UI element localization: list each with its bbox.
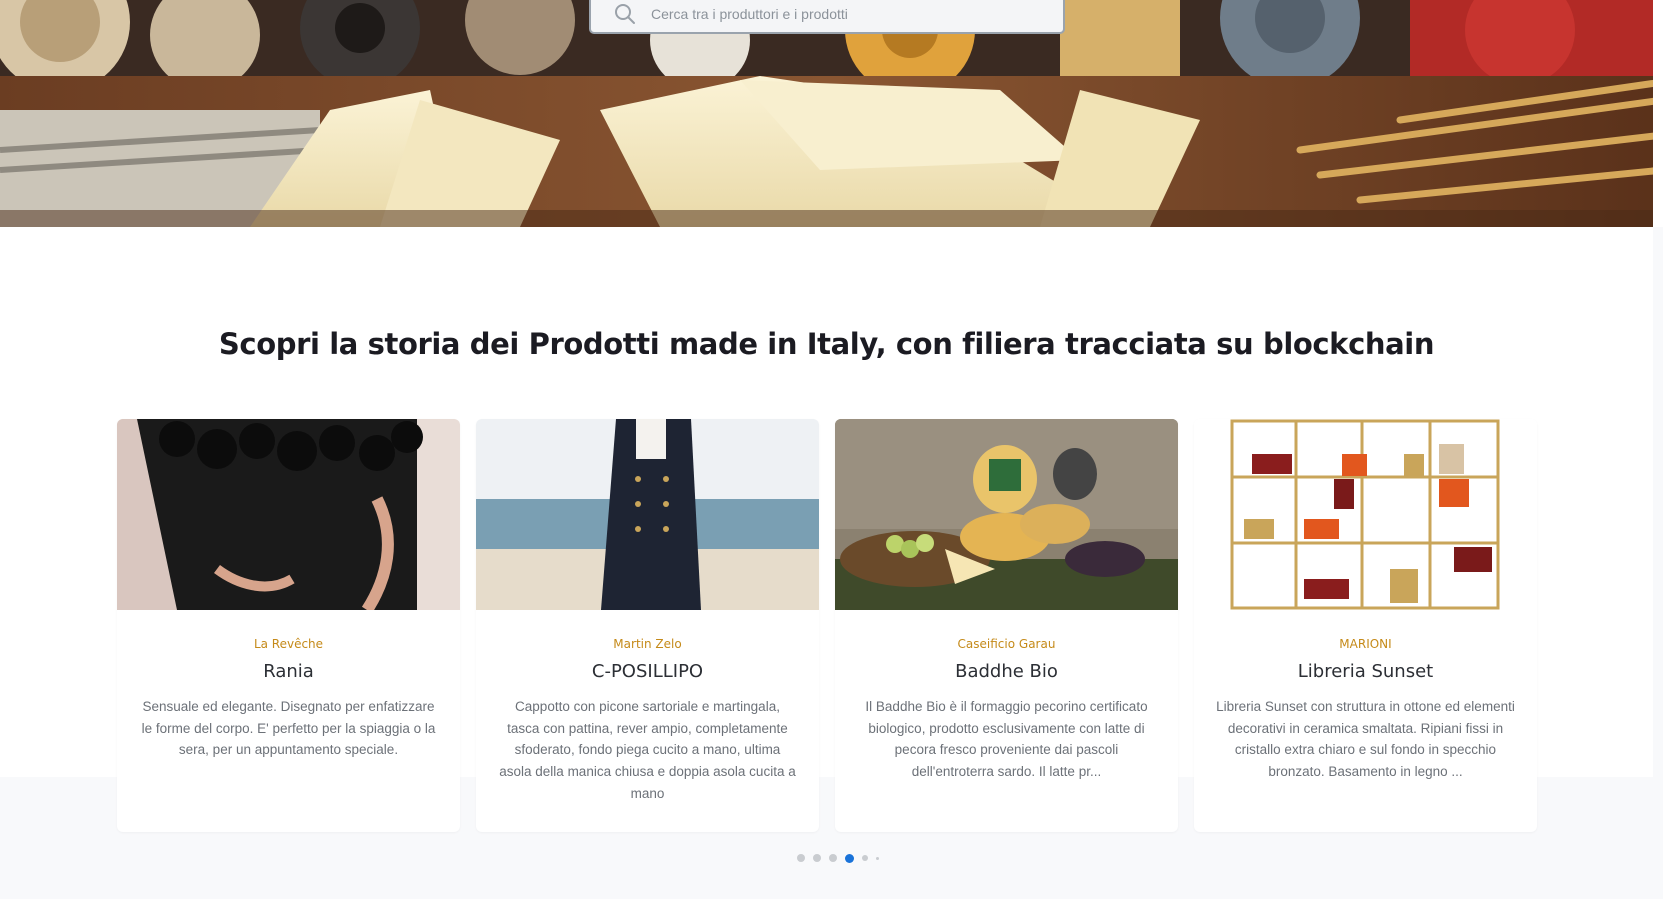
product-name[interactable]: Libreria Sunset: [1194, 661, 1537, 682]
product-image[interactable]: [476, 419, 819, 610]
product-card[interactable]: MARIONI Libreria Sunset Libreria Sunset …: [1194, 419, 1537, 832]
hero-edge: [1653, 0, 1663, 227]
product-card[interactable]: Martin Zelo C-POSILLIPO Cappotto con pic…: [476, 419, 819, 832]
carousel-dot[interactable]: [797, 854, 805, 862]
carousel-pagination: [797, 853, 887, 863]
product-card[interactable]: La Revêche Rania Sensuale ed elegante. D…: [117, 419, 460, 832]
section-title: Scopri la storia dei Prodotti made in It…: [218, 327, 1435, 361]
carousel-dot[interactable]: [862, 855, 868, 861]
search-input[interactable]: [645, 0, 1063, 29]
search-bar[interactable]: [589, 0, 1065, 34]
carousel-dot[interactable]: [829, 854, 837, 862]
product-description: Cappotto con picone sartoriale e marting…: [499, 699, 796, 801]
product-brand[interactable]: Martin Zelo: [476, 637, 819, 651]
product-image[interactable]: [117, 419, 460, 610]
product-name[interactable]: Rania: [117, 661, 460, 682]
product-name[interactable]: Baddhe Bio: [835, 661, 1178, 682]
product-brand[interactable]: MARIONI: [1194, 637, 1537, 651]
product-description: Il Baddhe Bio è il formaggio pecorino ce…: [865, 699, 1148, 780]
product-image[interactable]: [1194, 419, 1537, 610]
product-brand[interactable]: La Revêche: [117, 637, 460, 651]
carousel-dot[interactable]: [813, 854, 821, 862]
carousel-dot[interactable]: [876, 856, 879, 860]
product-card[interactable]: Caseificio Garau Baddhe Bio Il Baddhe Bi…: [835, 419, 1178, 832]
product-image[interactable]: [835, 419, 1178, 610]
product-brand[interactable]: Caseificio Garau: [835, 637, 1178, 651]
hero-banner: [0, 0, 1663, 227]
search-icon[interactable]: [605, 1, 645, 27]
carousel-dot-active[interactable]: [845, 853, 854, 863]
hero-image: [0, 0, 1663, 227]
product-description: Sensuale ed elegante. Disegnato per enfa…: [141, 699, 436, 758]
product-description: Libreria Sunset con struttura in ottone …: [1216, 699, 1515, 780]
product-name[interactable]: C-POSILLIPO: [476, 661, 819, 682]
